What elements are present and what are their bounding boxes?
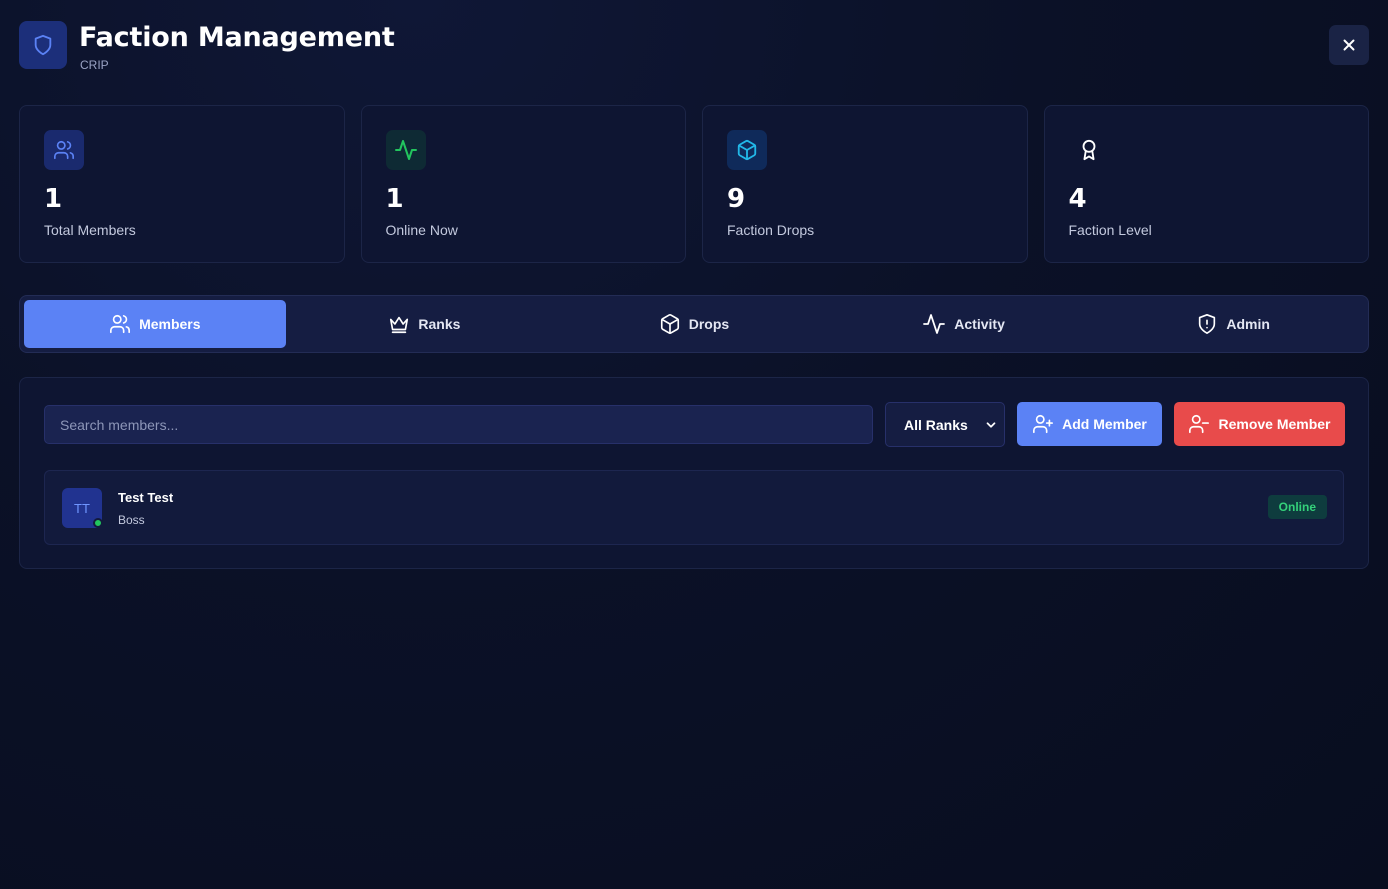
close-icon	[1343, 39, 1355, 51]
stat-icon-box	[385, 130, 426, 170]
page-title: Faction Management	[79, 22, 395, 53]
stat-label: Faction Level	[1068, 222, 1152, 238]
tab-label: Members	[139, 316, 201, 332]
stat-card-online-now: 1 Online Now	[360, 105, 686, 263]
header: Faction Management CRIP	[19, 21, 1369, 72]
crown-icon	[390, 316, 409, 334]
chevron-down-icon	[984, 418, 998, 432]
stat-card-faction-drops: 9 Faction Drops	[702, 105, 1028, 263]
package-icon	[660, 314, 679, 334]
tab-ranks[interactable]: Ranks	[294, 300, 556, 348]
tab-label: Activity	[954, 316, 1005, 332]
remove-member-button[interactable]: Remove Member	[1174, 402, 1345, 446]
list-item[interactable]: TT Test Test Boss Online	[44, 470, 1344, 545]
close-button[interactable]	[1329, 25, 1369, 65]
stat-value: 1	[44, 184, 63, 214]
stat-label: Total Members	[44, 222, 136, 238]
stat-card-total-members: 1 Total Members	[19, 105, 345, 263]
stat-value: 4	[1068, 184, 1087, 214]
tab-label: Ranks	[418, 316, 461, 332]
stat-card-faction-level: 4 Faction Level	[1043, 105, 1369, 263]
stats-row: 1 Total Members 1 Online Now 9 Faction D…	[19, 105, 1369, 263]
activity-icon	[923, 314, 946, 334]
activity-icon	[394, 140, 417, 160]
user-plus-icon	[1033, 414, 1054, 434]
online-indicator	[93, 518, 103, 528]
tab-admin[interactable]: Admin	[1102, 300, 1364, 348]
tab-activity[interactable]: Activity	[833, 300, 1095, 348]
users-icon	[54, 140, 74, 160]
member-rank: Boss	[118, 513, 145, 527]
add-member-label: Add Member	[1062, 416, 1147, 432]
rank-filter-select[interactable]: All Ranks	[885, 402, 1005, 447]
members-panel: All Ranks Add Member Remove Member TT Te…	[19, 377, 1369, 569]
tab-drops[interactable]: Drops	[563, 300, 825, 348]
stat-icon-box	[44, 130, 84, 170]
stat-label: Faction Drops	[727, 222, 815, 238]
stat-value: 1	[385, 184, 404, 214]
award-icon	[1082, 139, 1095, 161]
add-member-button[interactable]: Add Member	[1017, 402, 1162, 446]
search-input[interactable]	[44, 405, 873, 444]
users-icon	[110, 314, 131, 334]
faction-logo	[19, 21, 67, 69]
tab-bar: Members Ranks Drops Activity Admin	[19, 295, 1369, 353]
stat-value: 9	[727, 184, 746, 214]
stat-icon-box	[1069, 130, 1109, 170]
tab-label: Drops	[688, 316, 730, 332]
package-icon	[737, 139, 757, 161]
stat-label: Online Now	[385, 222, 458, 238]
user-minus-icon	[1189, 414, 1210, 434]
faction-name: CRIP	[80, 58, 109, 72]
shield-alert-icon	[1199, 314, 1216, 334]
member-name: Test Test	[118, 490, 174, 505]
tab-label: Admin	[1226, 316, 1270, 332]
rank-filter-value: All Ranks	[904, 416, 968, 433]
status-badge: Online	[1267, 495, 1327, 519]
remove-member-label: Remove Member	[1218, 416, 1331, 432]
stat-icon-box	[727, 130, 767, 170]
shield-icon	[34, 34, 52, 56]
tab-members[interactable]: Members	[24, 300, 286, 348]
